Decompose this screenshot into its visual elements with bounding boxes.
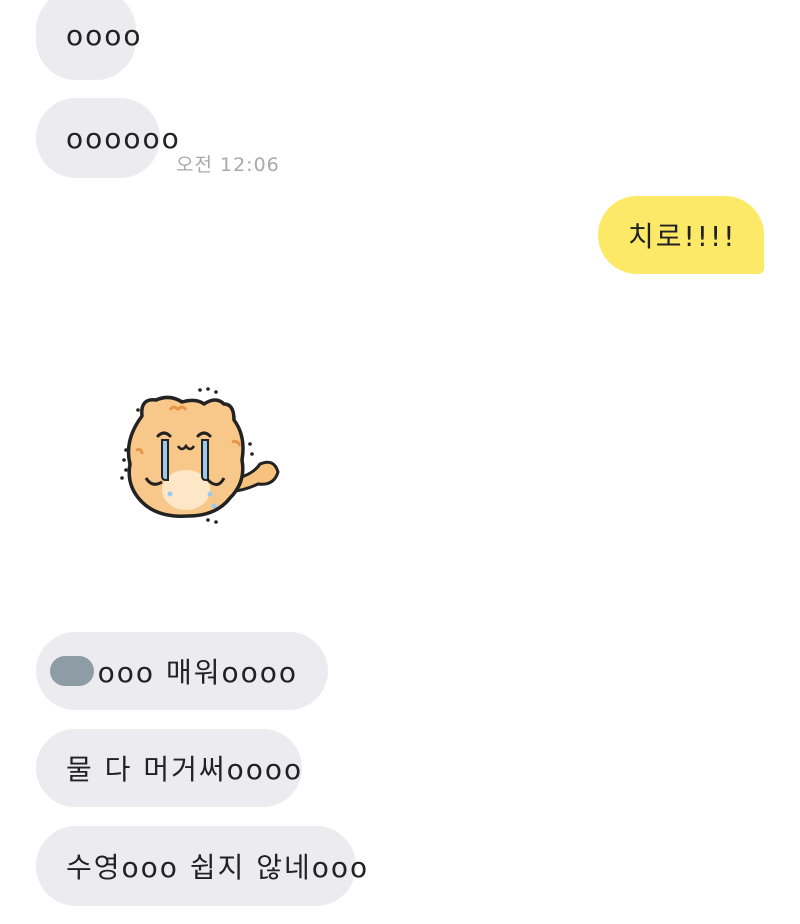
message-timestamp: 오전 12:06 [176, 154, 280, 176]
received-message-bubble[interactable]: ooo 매워oooo [36, 632, 328, 710]
crying-orange-cat-sticker[interactable] [112, 380, 292, 530]
received-message-bubble[interactable]: oooo [36, 0, 141, 80]
redacted-name [50, 656, 94, 686]
received-message-bubble[interactable]: oooooo [36, 98, 179, 178]
received-message-bubble[interactable]: 물 다 머거써oooo [36, 729, 302, 807]
message-text: oooo [66, 18, 143, 52]
message-text: 수영ooo 쉽지 않네ooo [66, 851, 370, 884]
message-text: 물 다 머거써oooo [66, 753, 304, 786]
sent-message-bubble[interactable]: 치로!!!! [598, 196, 764, 274]
message-text: oooooo [66, 121, 181, 155]
message-text: 치로!!!! [628, 220, 737, 253]
received-message-bubble[interactable]: 수영ooo 쉽지 않네ooo [36, 826, 367, 906]
message-text: ooo 매워oooo [97, 656, 298, 689]
